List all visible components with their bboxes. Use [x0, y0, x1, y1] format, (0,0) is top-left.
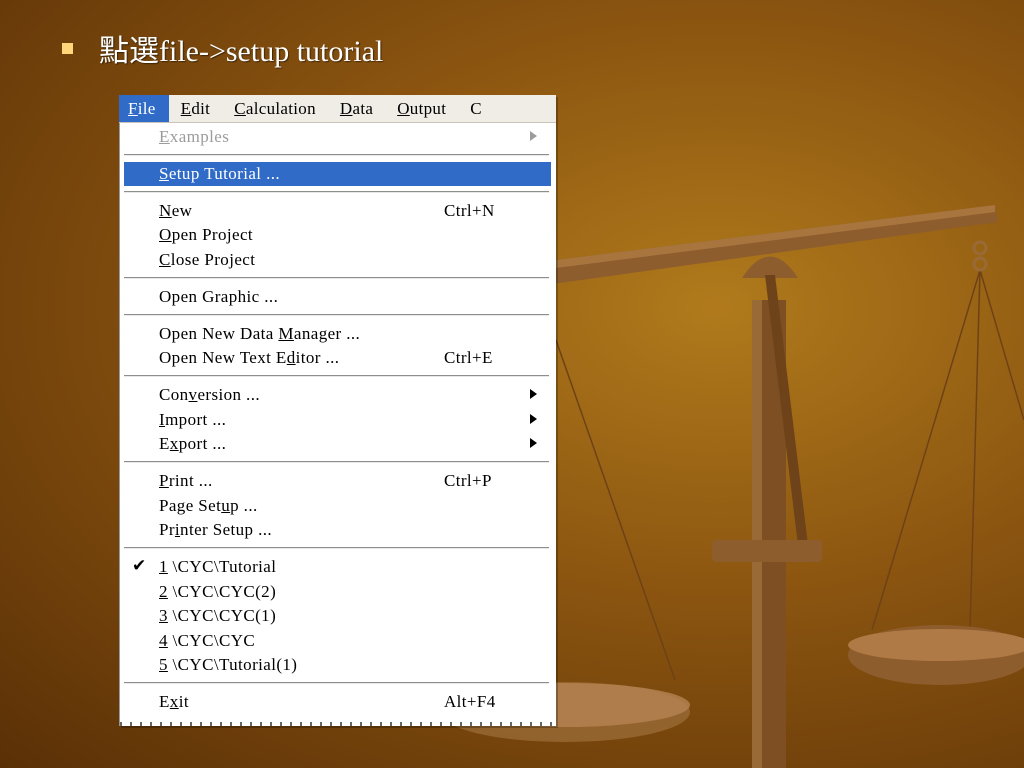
menu-item-open-graphic[interactable]: Open Graphic ...: [124, 285, 551, 309]
menubar: File Edit Calculation Data Output C: [119, 95, 556, 123]
menu-separator: [124, 314, 549, 316]
slide-title: 點選file->setup tutorial: [99, 35, 384, 68]
menu-separator: [124, 154, 549, 156]
menu-item-recent-1[interactable]: ✔ 1 \CYC\Tutorial: [124, 555, 551, 579]
bullet-square-icon: [62, 42, 73, 54]
menu-item-printer-setup[interactable]: Printer Setup ...: [124, 518, 551, 542]
submenu-arrow-icon: [530, 131, 537, 141]
menu-item-import[interactable]: Import ...: [124, 408, 551, 432]
menu-item-examples: Examples: [124, 125, 551, 149]
menu-item-open-data-manager[interactable]: Open New Data Manager ...: [124, 322, 551, 346]
app-window: File Edit Calculation Data Output C Exam…: [119, 95, 556, 726]
menu-item-open-project[interactable]: Open Project: [124, 223, 551, 247]
file-menu-dropdown: Examples Setup Tutorial ... New Ctrl+N O…: [119, 123, 556, 726]
menu-separator: [124, 547, 549, 549]
menu-item-recent-5[interactable]: 5 \CYC\Tutorial(1): [124, 653, 551, 677]
menu-item-exit[interactable]: Exit Alt+F4: [124, 690, 551, 714]
menu-item-recent-2[interactable]: 2 \CYC\CYC(2): [124, 580, 551, 604]
menu-truncated[interactable]: C: [458, 99, 482, 122]
menu-item-recent-3[interactable]: 3 \CYC\CYC(1): [124, 604, 551, 628]
submenu-arrow-icon: [530, 438, 537, 448]
menu-edit[interactable]: Edit: [169, 99, 223, 122]
window-bottom-edge: [120, 722, 556, 726]
menu-separator: [124, 191, 549, 193]
slide-bullet: 點選file->setup tutorial: [62, 26, 383, 70]
menu-item-recent-4[interactable]: 4 \CYC\CYC: [124, 629, 551, 653]
menu-separator: [124, 461, 549, 463]
menu-item-open-text-editor[interactable]: Open New Text Editor ... Ctrl+E: [124, 346, 551, 370]
shortcut-label: Alt+F4: [444, 692, 496, 711]
menu-item-print[interactable]: Print ... Ctrl+P: [124, 469, 551, 493]
menu-item-page-setup[interactable]: Page Setup ...: [124, 494, 551, 518]
menu-file[interactable]: File: [119, 95, 169, 122]
menu-separator: [124, 277, 549, 279]
menu-item-conversion[interactable]: Conversion ...: [124, 383, 551, 407]
menu-item-new[interactable]: New Ctrl+N: [124, 199, 551, 223]
check-icon: ✔: [132, 556, 147, 575]
menu-output[interactable]: Output: [385, 99, 458, 122]
menu-separator: [124, 682, 549, 684]
menu-item-setup-tutorial[interactable]: Setup Tutorial ...: [124, 162, 551, 186]
menu-item-export[interactable]: Export ...: [124, 432, 551, 456]
menu-data[interactable]: Data: [328, 99, 385, 122]
submenu-arrow-icon: [530, 389, 537, 399]
submenu-arrow-icon: [530, 414, 537, 424]
shortcut-label: Ctrl+N: [444, 201, 495, 220]
menu-item-close-project[interactable]: Close Project: [124, 248, 551, 272]
menu-separator: [124, 375, 549, 377]
menu-calculation[interactable]: Calculation: [222, 99, 328, 122]
shortcut-label: Ctrl+E: [444, 348, 493, 367]
shortcut-label: Ctrl+P: [444, 471, 492, 490]
